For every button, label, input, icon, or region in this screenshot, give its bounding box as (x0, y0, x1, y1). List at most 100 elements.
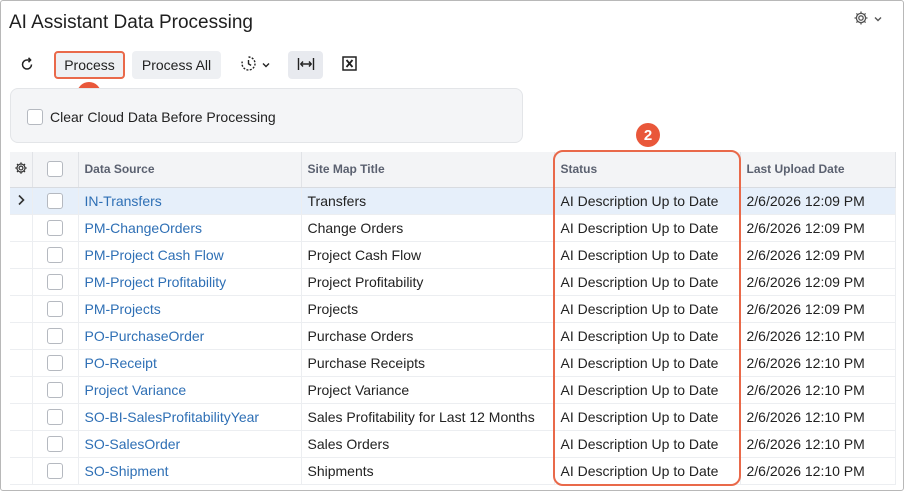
column-header-status[interactable]: Status (554, 152, 741, 188)
last-upload-date-cell: 2/6/2026 12:10 PM (740, 430, 896, 458)
chevron-right-icon[interactable] (16, 194, 26, 206)
row-checkbox[interactable] (47, 220, 63, 237)
row-select-cell (32, 430, 79, 458)
data-source-link[interactable]: PO-Receipt (85, 355, 157, 371)
table-row[interactable]: PM-Project Profitability Project Profitab… (10, 268, 896, 296)
table-row[interactable]: SO-BI-SalesProfitabilityYear Sales Profit… (10, 403, 896, 431)
site-map-title-cell: Change Orders (301, 214, 555, 242)
data-source-cell: PM-Project Profitability (78, 268, 302, 296)
row-expander-cell (10, 430, 33, 458)
column-header-site-map-title[interactable]: Site Map Title (301, 152, 555, 188)
table-row[interactable]: SO-SalesOrder Sales Orders AI Description … (10, 430, 896, 458)
row-checkbox[interactable] (47, 382, 63, 399)
data-source-link[interactable]: PO-PurchaseOrder (85, 328, 205, 344)
page-settings-menu[interactable] (853, 10, 893, 30)
table-row[interactable]: PM-ChangeOrders Change Orders AI Descripti… (10, 214, 896, 242)
table-row[interactable]: PO-Receipt Purchase Receipts AI Descriptio… (10, 349, 896, 377)
data-source-link[interactable]: SO-BI-SalesProfitabilityYear (85, 409, 260, 425)
row-expander-cell (10, 214, 33, 242)
data-source-link[interactable]: SO-SalesOrder (85, 436, 181, 452)
site-map-title-cell: Project Variance (301, 376, 555, 404)
last-upload-date-cell: 2/6/2026 12:10 PM (740, 403, 896, 431)
table-row[interactable]: PO-PurchaseOrder Purchase Orders AI Descri… (10, 322, 896, 350)
table-row[interactable]: PM-Project Cash Flow Project Cash Flow AI … (10, 241, 896, 269)
data-source-link[interactable]: PM-Projects (85, 301, 161, 317)
row-select-cell (32, 187, 79, 215)
last-upload-date-cell: 2/6/2026 12:09 PM (740, 241, 896, 269)
page-title: AI Assistant Data Processing (9, 12, 253, 33)
select-all-cell (32, 152, 79, 188)
status-cell: AI Description Up to Date (554, 457, 741, 485)
last-upload-date-cell: 2/6/2026 12:09 PM (740, 295, 896, 323)
clear-cloud-data-checkbox[interactable] (27, 109, 43, 125)
data-source-link[interactable]: Project Variance (85, 382, 187, 398)
site-map-title-cell: Transfers (301, 187, 555, 215)
process-button[interactable]: Process (54, 51, 125, 79)
row-checkbox[interactable] (47, 193, 63, 210)
data-source-cell: PO-Receipt (78, 349, 302, 377)
table-row[interactable]: IN-Transfers Transfers AI Description Up t… (10, 187, 896, 215)
row-checkbox[interactable] (47, 274, 63, 291)
status-cell: AI Description Up to Date (554, 322, 741, 350)
status-cell: AI Description Up to Date (554, 295, 741, 323)
table-row[interactable]: PM-Projects Projects AI Description Up to … (10, 295, 896, 323)
last-upload-date-cell: 2/6/2026 12:10 PM (740, 349, 896, 377)
data-source-link[interactable]: SO-Shipment (85, 463, 169, 479)
data-source-link[interactable]: PM-ChangeOrders (85, 220, 203, 236)
data-source-link[interactable]: IN-Transfers (85, 193, 162, 209)
schedule-icon (240, 55, 257, 75)
excel-export-icon (341, 56, 357, 74)
fit-columns-button[interactable] (288, 51, 323, 79)
data-source-cell: Project Variance (78, 376, 302, 404)
chevron-down-icon (261, 57, 271, 73)
fit-columns-icon (297, 57, 315, 74)
row-select-cell (32, 457, 79, 485)
site-map-title-cell: Projects (301, 295, 555, 323)
row-select-cell (32, 322, 79, 350)
row-checkbox[interactable] (47, 436, 63, 453)
row-expander-cell (10, 349, 33, 377)
data-source-cell: PM-Projects (78, 295, 302, 323)
row-select-cell (32, 214, 79, 242)
last-upload-date-cell: 2/6/2026 12:09 PM (740, 187, 896, 215)
last-upload-date-cell: 2/6/2026 12:10 PM (740, 457, 896, 485)
row-expander-cell (10, 295, 33, 323)
status-cell: AI Description Up to Date (554, 430, 741, 458)
column-header-data-source[interactable]: Data Source (78, 152, 302, 188)
data-source-cell: SO-Shipment (78, 457, 302, 485)
table-row[interactable]: Project Variance Project Variance AI Descr… (10, 376, 896, 404)
site-map-title-cell: Sales Profitability for Last 12 Months (301, 403, 555, 431)
site-map-title-cell: Purchase Orders (301, 322, 555, 350)
select-all-checkbox[interactable] (47, 161, 63, 178)
status-cell: AI Description Up to Date (554, 268, 741, 296)
row-checkbox[interactable] (47, 409, 63, 426)
column-header-last-upload-date[interactable]: Last Upload Date (740, 152, 896, 188)
data-source-cell: PM-Project Cash Flow (78, 241, 302, 269)
gear-icon (14, 162, 28, 178)
site-map-title-cell: Project Cash Flow (301, 241, 555, 269)
row-checkbox[interactable] (47, 355, 63, 372)
row-checkbox[interactable] (47, 301, 63, 318)
row-checkbox[interactable] (47, 328, 63, 345)
row-expander-cell (10, 457, 33, 485)
schedule-button[interactable] (234, 51, 276, 79)
row-select-cell (32, 349, 79, 377)
row-checkbox[interactable] (47, 247, 63, 264)
row-checkbox[interactable] (47, 463, 63, 480)
refresh-button[interactable] (12, 51, 42, 79)
column-settings-button[interactable] (10, 152, 33, 188)
clear-cloud-data-label: Clear Cloud Data Before Processing (50, 109, 276, 125)
table-row[interactable]: SO-Shipment Shipments AI Description Up to… (10, 457, 896, 485)
options-panel: Clear Cloud Data Before Processing (10, 88, 523, 143)
status-cell: AI Description Up to Date (554, 187, 741, 215)
refresh-icon (19, 56, 35, 75)
site-map-title-cell: Project Profitability (301, 268, 555, 296)
data-source-link[interactable]: PM-Project Profitability (85, 274, 227, 290)
row-select-cell (32, 295, 79, 323)
status-cell: AI Description Up to Date (554, 349, 741, 377)
data-source-cell: PM-ChangeOrders (78, 214, 302, 242)
grid-header-row: Data Source Site Map Title Status Last U… (10, 152, 896, 188)
process-all-button[interactable]: Process All (132, 51, 221, 79)
data-source-link[interactable]: PM-Project Cash Flow (85, 247, 224, 263)
export-excel-button[interactable] (334, 51, 364, 79)
